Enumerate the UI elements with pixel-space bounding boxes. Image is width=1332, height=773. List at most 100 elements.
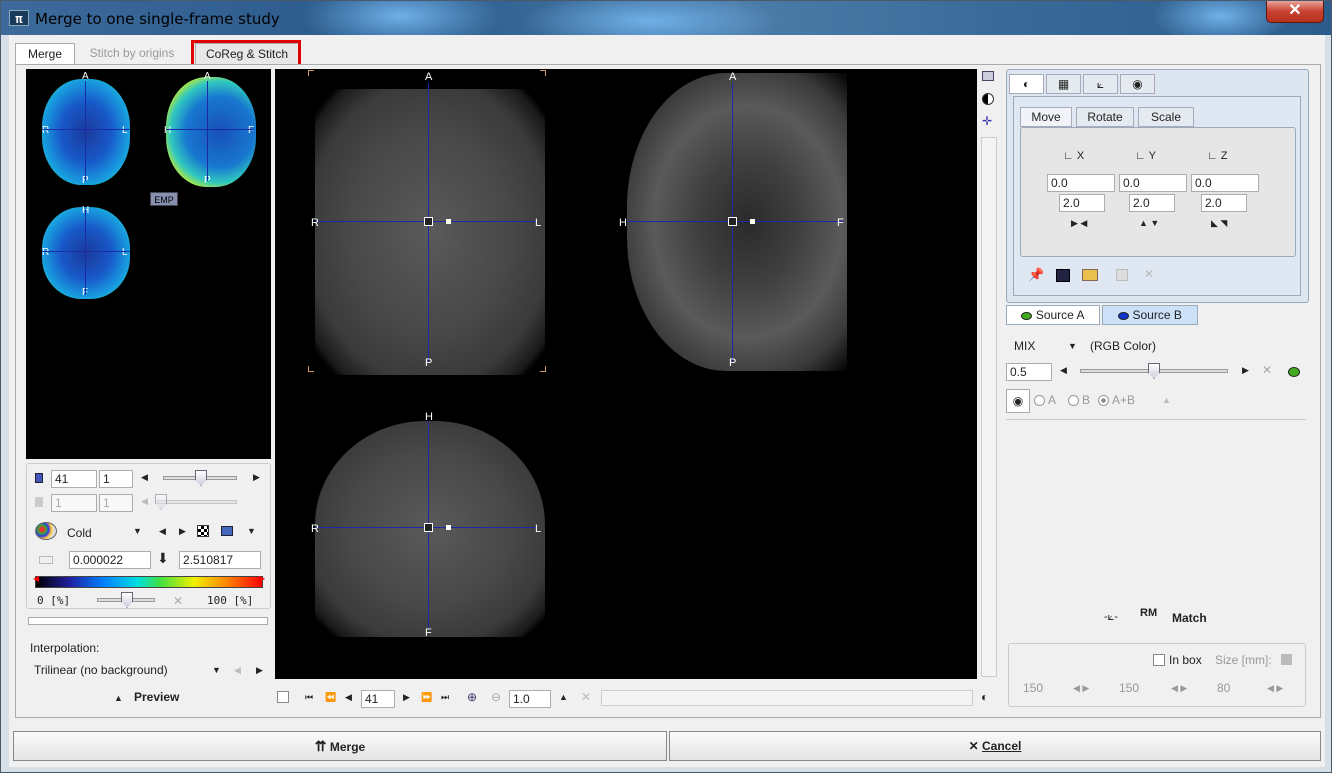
prev-slice-icon[interactable]: ◀: [345, 692, 352, 703]
min-value-input[interactable]: 0.000022: [69, 551, 151, 569]
threshold-icon[interactable]: ⬇: [157, 550, 169, 567]
slice-input[interactable]: 41: [361, 690, 395, 708]
open-folder-icon[interactable]: [1082, 269, 1098, 281]
axial-label-r: R: [311, 217, 319, 229]
axial-center-marker[interactable]: [424, 217, 433, 226]
colormap-next-icon[interactable]: ▶: [179, 526, 186, 537]
tab-source-a[interactable]: Source A: [1006, 305, 1100, 325]
mini-sagittal[interactable]: [166, 77, 256, 187]
preview-toggle-icon[interactable]: ▲: [114, 693, 123, 703]
frame-next-icon[interactable]: ▶: [253, 472, 260, 483]
merge-button[interactable]: ⇈ Merge: [13, 731, 667, 761]
match-params-icon[interactable]: -⟀-: [1104, 611, 1118, 624]
tab-scale[interactable]: Scale: [1138, 107, 1194, 127]
colormap-dropdown-icon[interactable]: ▼: [133, 526, 142, 536]
contrast-icon[interactable]: [982, 93, 994, 105]
mix-prev-icon[interactable]: ◀: [1060, 365, 1067, 376]
y-value-input[interactable]: 0.0: [1119, 174, 1187, 192]
mix-source-icon[interactable]: [1288, 367, 1300, 377]
zoom-up-icon[interactable]: ▲: [559, 692, 568, 702]
frame-prev-icon[interactable]: ◀: [141, 472, 148, 483]
palette-icon[interactable]: [35, 522, 57, 540]
radio-b[interactable]: [1068, 395, 1079, 406]
last-slice-icon[interactable]: ⏭: [441, 692, 449, 703]
horizontal-scrollbar[interactable]: [601, 690, 973, 706]
vertical-scrollbar[interactable]: [981, 137, 997, 677]
match-rm-icon[interactable]: RM: [1140, 607, 1157, 619]
y-step-input[interactable]: 2.0: [1129, 194, 1175, 212]
mix-slider-thumb[interactable]: [1148, 363, 1160, 379]
colorbar-min-marker[interactable]: ◀: [33, 574, 39, 583]
sagittal-center-marker[interactable]: [728, 217, 737, 226]
fast-forward-icon[interactable]: ⏩: [421, 692, 432, 703]
invert-icon[interactable]: [197, 525, 209, 537]
match-box-panel: In box Size [mm]: 150 ◀ ▶ 150 ◀ ▶ 80 ◀ ▶: [1008, 643, 1306, 707]
crosshair-icon[interactable]: ✛: [982, 115, 994, 127]
match-button[interactable]: Match: [1172, 611, 1207, 625]
z-step-input[interactable]: 2.0: [1201, 194, 1247, 212]
axial-handle[interactable]: [446, 219, 451, 224]
coronal-label-l: L: [535, 523, 542, 535]
x-step-buttons[interactable]: ▶ ◀: [1071, 218, 1087, 229]
mix-dropdown-icon[interactable]: ▼: [1068, 341, 1077, 351]
tab-contrast-icon[interactable]: ◐: [1009, 74, 1044, 94]
tab-stitch-by-origins[interactable]: Stitch by origins: [77, 43, 187, 65]
layout-icon[interactable]: [982, 71, 994, 81]
range-slider-thumb[interactable]: [121, 592, 133, 608]
tab-fusion-icon[interactable]: ◉: [1120, 74, 1155, 94]
y-step-buttons[interactable]: ▲ ▼: [1139, 218, 1159, 228]
pin-icon[interactable]: 📌: [1028, 267, 1044, 283]
tab-layout-icon[interactable]: ▦: [1046, 74, 1081, 94]
fusion-mode-icon[interactable]: ◉: [1006, 389, 1030, 413]
tab-move[interactable]: Move: [1020, 107, 1072, 127]
next-slice-icon[interactable]: ▶: [403, 692, 410, 703]
image-viewer[interactable]: A P R L A P H F H F R L: [275, 69, 977, 679]
mix-next-icon[interactable]: ▶: [1242, 365, 1249, 376]
coronal-handle[interactable]: [446, 525, 451, 530]
mini-axial[interactable]: [42, 79, 130, 185]
sync-checkbox[interactable]: [277, 691, 289, 703]
zoom-input[interactable]: 1.0: [509, 690, 551, 708]
radio-ab[interactable]: [1098, 395, 1109, 406]
preview-button[interactable]: Preview: [134, 690, 179, 704]
sagittal-handle[interactable]: [750, 219, 755, 224]
frame-step-input[interactable]: 1: [99, 470, 133, 488]
colormap-prev-icon[interactable]: ◀: [159, 526, 166, 537]
fast-back-icon[interactable]: ⏪: [325, 692, 336, 703]
z-step-buttons[interactable]: ◣ ◥: [1211, 218, 1227, 229]
mix-value-input[interactable]: 0.5: [1006, 363, 1052, 381]
inbox-checkbox[interactable]: [1153, 654, 1165, 666]
x-value-input[interactable]: 0.0: [1047, 174, 1115, 192]
mini-coronal[interactable]: [42, 207, 130, 299]
color-menu-icon[interactable]: ▼: [247, 526, 256, 536]
color-settings-icon[interactable]: [221, 526, 233, 536]
viewer-options-icon[interactable]: ◐: [981, 690, 988, 704]
sagittal-slice[interactable]: [627, 73, 847, 371]
mix-reset-icon[interactable]: ✕: [1262, 363, 1272, 377]
interp-next-icon[interactable]: ▶: [256, 665, 263, 676]
z-value-input[interactable]: 0.0: [1191, 174, 1259, 192]
range-reset-icon[interactable]: ✕: [173, 594, 183, 608]
colormap-label[interactable]: Cold: [67, 526, 92, 540]
first-slice-icon[interactable]: ⏮: [305, 692, 313, 703]
interpolation-dropdown-icon[interactable]: ▼: [212, 665, 221, 675]
radio-a[interactable]: [1034, 395, 1045, 406]
colorbar-max-marker[interactable]: ▶: [259, 574, 265, 583]
save-icon[interactable]: [1056, 269, 1070, 282]
interpolation-select[interactable]: Trilinear (no background): [34, 663, 168, 677]
cancel-button[interactable]: ✕ Cancel: [669, 731, 1321, 761]
frame-slider-thumb[interactable]: [195, 470, 207, 486]
zoom-in-icon[interactable]: ⊕: [467, 690, 477, 704]
interpolation-label: Interpolation:: [30, 641, 100, 655]
close-button[interactable]: ✕: [1266, 1, 1324, 23]
max-value-input[interactable]: 2.510817: [179, 551, 261, 569]
dialog-window: π Merge to one single-frame study ✕ Merg…: [0, 0, 1332, 773]
frame-input[interactable]: 41: [51, 470, 97, 488]
transform-panel: ◐ ▦ ⟀ ◉ Move Rotate Scale ∟ X ∟ Y ∟ Z 0.…: [1006, 69, 1309, 303]
tab-rotate[interactable]: Rotate: [1076, 107, 1134, 127]
coronal-center-marker[interactable]: [424, 523, 433, 532]
tab-merge[interactable]: Merge: [15, 43, 75, 65]
tab-transform-icon[interactable]: ⟀: [1083, 74, 1118, 94]
x-step-input[interactable]: 2.0: [1059, 194, 1105, 212]
tab-source-b[interactable]: Source B: [1102, 305, 1198, 325]
